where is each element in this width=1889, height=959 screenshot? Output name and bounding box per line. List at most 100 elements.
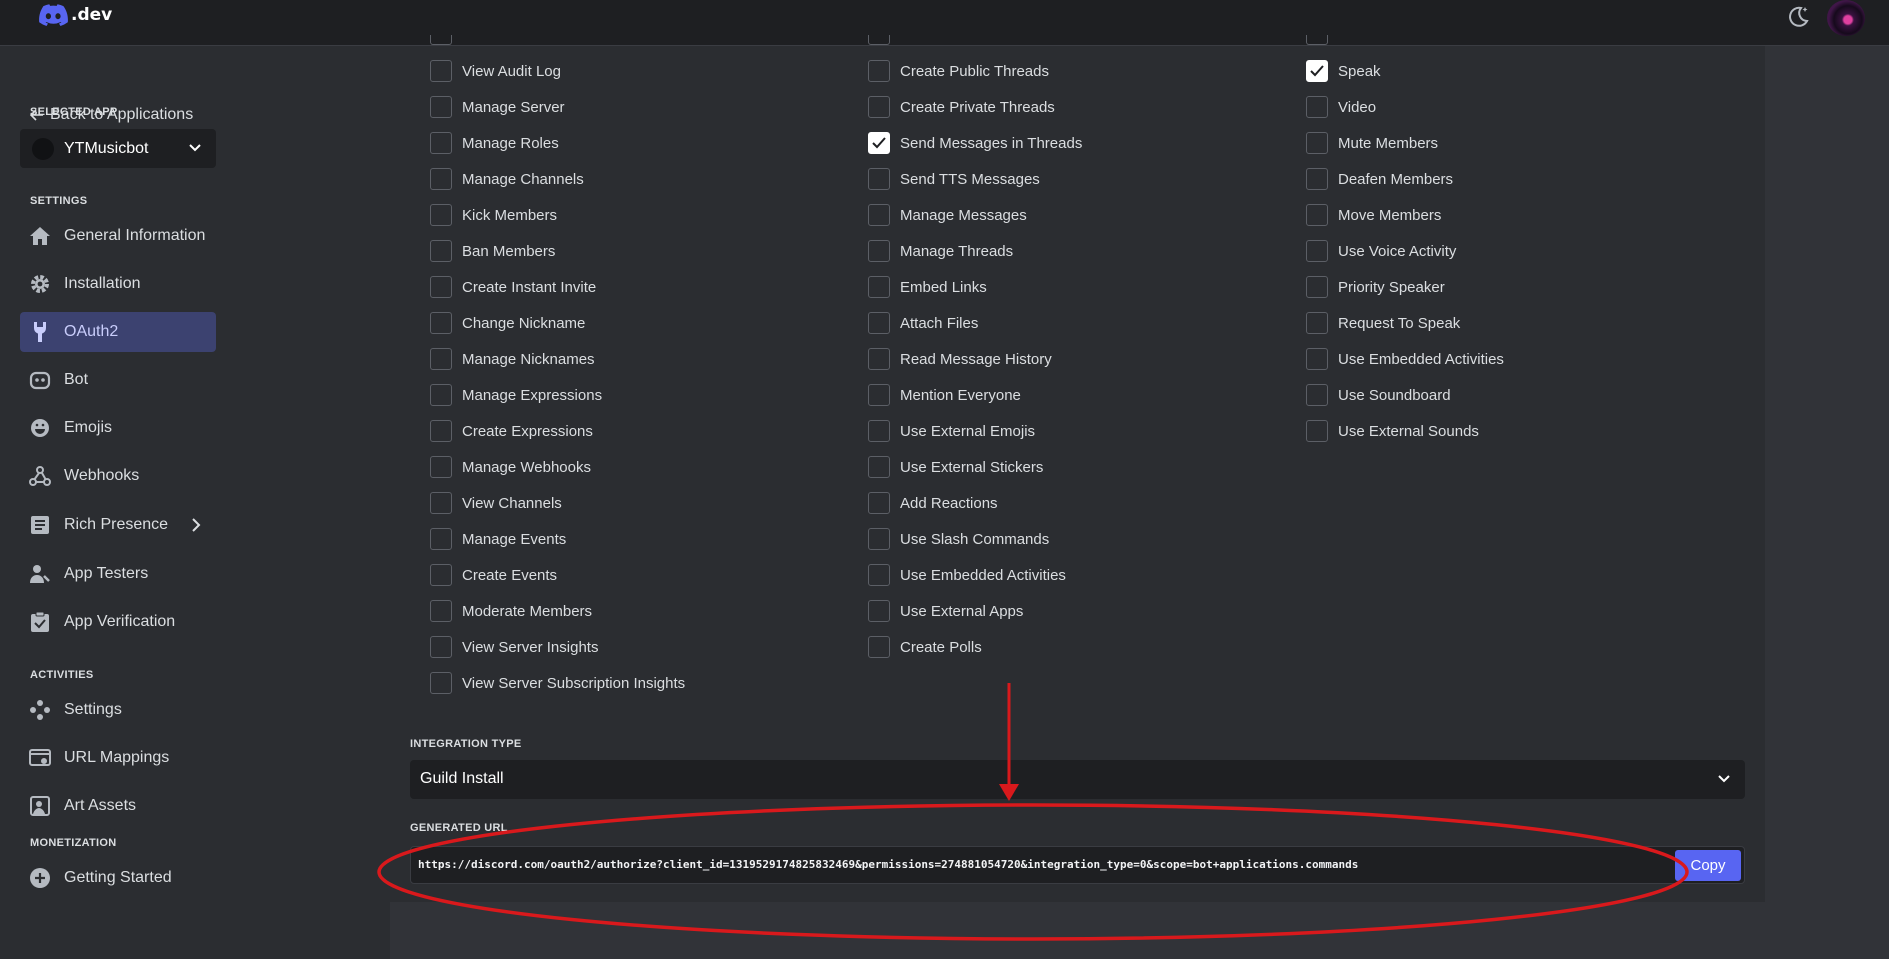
- checkbox-unchecked[interactable]: [868, 60, 890, 82]
- sidebar-item-oauth2[interactable]: OAuth2: [20, 312, 216, 352]
- checkbox-cropped[interactable]: [868, 35, 890, 45]
- permission-checkbox[interactable]: Create Private Threads: [868, 96, 1055, 118]
- permission-checkbox[interactable]: Send TTS Messages: [868, 168, 1040, 190]
- permission-checkbox[interactable]: Create Events: [430, 564, 557, 586]
- sidebar-item-url-mappings[interactable]: URL Mappings: [20, 738, 216, 778]
- checkbox-unchecked[interactable]: [1306, 204, 1328, 226]
- checkbox-unchecked[interactable]: [868, 420, 890, 442]
- permission-checkbox[interactable]: View Server Insights: [430, 636, 598, 658]
- checkbox-checked[interactable]: [1306, 60, 1328, 82]
- moon-icon[interactable]: [1785, 4, 1811, 30]
- checkbox-unchecked[interactable]: [430, 564, 452, 586]
- checkbox-cropped[interactable]: [430, 35, 452, 45]
- checkbox-unchecked[interactable]: [868, 348, 890, 370]
- permission-checkbox[interactable]: Manage Nicknames: [430, 348, 595, 370]
- permission-checkbox[interactable]: View Audit Log: [430, 60, 561, 82]
- checkbox-unchecked[interactable]: [868, 276, 890, 298]
- permission-checkbox[interactable]: Manage Events: [430, 528, 566, 550]
- checkbox-unchecked[interactable]: [430, 204, 452, 226]
- permission-checkbox[interactable]: Manage Webhooks: [430, 456, 591, 478]
- checkbox-unchecked[interactable]: [868, 636, 890, 658]
- sidebar-item-bot[interactable]: Bot: [20, 360, 216, 400]
- checkbox-unchecked[interactable]: [430, 96, 452, 118]
- checkbox-unchecked[interactable]: [430, 312, 452, 334]
- checkbox-unchecked[interactable]: [868, 312, 890, 334]
- checkbox-cropped[interactable]: [1306, 35, 1328, 45]
- checkbox-unchecked[interactable]: [430, 456, 452, 478]
- checkbox-unchecked[interactable]: [430, 276, 452, 298]
- checkbox-unchecked[interactable]: [1306, 132, 1328, 154]
- checkbox-unchecked[interactable]: [868, 528, 890, 550]
- checkbox-unchecked[interactable]: [868, 96, 890, 118]
- permission-checkbox[interactable]: Use Embedded Activities: [1306, 348, 1504, 370]
- permission-checkbox[interactable]: Manage Expressions: [430, 384, 602, 406]
- permission-checkbox[interactable]: Manage Messages: [868, 204, 1027, 226]
- checkbox-unchecked[interactable]: [868, 600, 890, 622]
- permission-checkbox[interactable]: Move Members: [1306, 204, 1441, 226]
- user-avatar[interactable]: [1827, 0, 1865, 36]
- permission-checkbox[interactable]: Use Slash Commands: [868, 528, 1049, 550]
- permission-checkbox[interactable]: Video: [1306, 96, 1376, 118]
- checkbox-unchecked[interactable]: [1306, 96, 1328, 118]
- permission-checkbox[interactable]: View Server Subscription Insights: [430, 672, 685, 694]
- checkbox-unchecked[interactable]: [868, 456, 890, 478]
- permission-checkbox[interactable]: Request To Speak: [1306, 312, 1460, 334]
- sidebar-item-activity-settings[interactable]: Settings: [20, 690, 216, 730]
- copy-url-button[interactable]: Copy: [1675, 850, 1741, 881]
- checkbox-unchecked[interactable]: [430, 132, 452, 154]
- permission-checkbox[interactable]: Embed Links: [868, 276, 987, 298]
- permission-checkbox[interactable]: Use External Sounds: [1306, 420, 1479, 442]
- checkbox-unchecked[interactable]: [430, 168, 452, 190]
- checkbox-unchecked[interactable]: [868, 204, 890, 226]
- sidebar-item-installation[interactable]: Installation: [20, 264, 216, 304]
- checkbox-unchecked[interactable]: [868, 564, 890, 586]
- checkbox-unchecked[interactable]: [1306, 240, 1328, 262]
- checkbox-unchecked[interactable]: [1306, 420, 1328, 442]
- checkbox-unchecked[interactable]: [430, 348, 452, 370]
- permission-checkbox[interactable]: Manage Server: [430, 96, 565, 118]
- sidebar-item-app-testers[interactable]: App Testers: [20, 554, 216, 594]
- checkbox-unchecked[interactable]: [1306, 276, 1328, 298]
- checkbox-unchecked[interactable]: [868, 240, 890, 262]
- checkbox-unchecked[interactable]: [430, 492, 452, 514]
- permission-checkbox[interactable]: Change Nickname: [430, 312, 585, 334]
- permission-checkbox[interactable]: Deafen Members: [1306, 168, 1453, 190]
- permission-checkbox[interactable]: Use Voice Activity: [1306, 240, 1456, 262]
- checkbox-unchecked[interactable]: [430, 240, 452, 262]
- permission-checkbox[interactable]: Use External Apps: [868, 600, 1023, 622]
- integration-type-select[interactable]: Guild Install: [410, 760, 1745, 799]
- sidebar-item-emojis[interactable]: Emojis: [20, 408, 216, 448]
- permission-checkbox[interactable]: Mute Members: [1306, 132, 1438, 154]
- permission-checkbox[interactable]: Send Messages in Threads: [868, 132, 1082, 154]
- sidebar-item-webhooks[interactable]: Webhooks: [20, 456, 216, 496]
- sidebar-item-rich-presence[interactable]: Rich Presence: [20, 505, 216, 545]
- permission-checkbox[interactable]: Priority Speaker: [1306, 276, 1445, 298]
- checkbox-unchecked[interactable]: [868, 168, 890, 190]
- permission-checkbox[interactable]: Use External Emojis: [868, 420, 1035, 442]
- permission-checkbox[interactable]: Read Message History: [868, 348, 1052, 370]
- permission-checkbox[interactable]: Attach Files: [868, 312, 978, 334]
- checkbox-unchecked[interactable]: [430, 528, 452, 550]
- permission-checkbox[interactable]: Ban Members: [430, 240, 555, 262]
- generated-url-field[interactable]: https://discord.com/oauth2/authorize?cli…: [410, 846, 1745, 884]
- checkbox-unchecked[interactable]: [1306, 168, 1328, 190]
- permission-checkbox[interactable]: Use External Stickers: [868, 456, 1043, 478]
- permission-checkbox[interactable]: Moderate Members: [430, 600, 592, 622]
- permission-checkbox[interactable]: Use Soundboard: [1306, 384, 1451, 406]
- checkbox-unchecked[interactable]: [430, 600, 452, 622]
- sidebar-item-art-assets[interactable]: Art Assets: [20, 786, 216, 826]
- checkbox-unchecked[interactable]: [430, 636, 452, 658]
- permission-checkbox[interactable]: Speak: [1306, 60, 1381, 82]
- sidebar-item-app-verification[interactable]: App Verification: [20, 602, 216, 642]
- discord-dev-logo[interactable]: .dev: [38, 4, 112, 26]
- sidebar-item-getting-started[interactable]: Getting Started: [20, 858, 216, 898]
- checkbox-unchecked[interactable]: [430, 420, 452, 442]
- checkbox-unchecked[interactable]: [1306, 348, 1328, 370]
- checkbox-unchecked[interactable]: [430, 60, 452, 82]
- app-selector[interactable]: YTMusicbot: [20, 129, 216, 168]
- checkbox-unchecked[interactable]: [1306, 384, 1328, 406]
- generated-url-value[interactable]: https://discord.com/oauth2/authorize?cli…: [418, 858, 1358, 871]
- permission-checkbox[interactable]: Create Polls: [868, 636, 982, 658]
- permission-checkbox[interactable]: Kick Members: [430, 204, 557, 226]
- permission-checkbox[interactable]: Manage Roles: [430, 132, 559, 154]
